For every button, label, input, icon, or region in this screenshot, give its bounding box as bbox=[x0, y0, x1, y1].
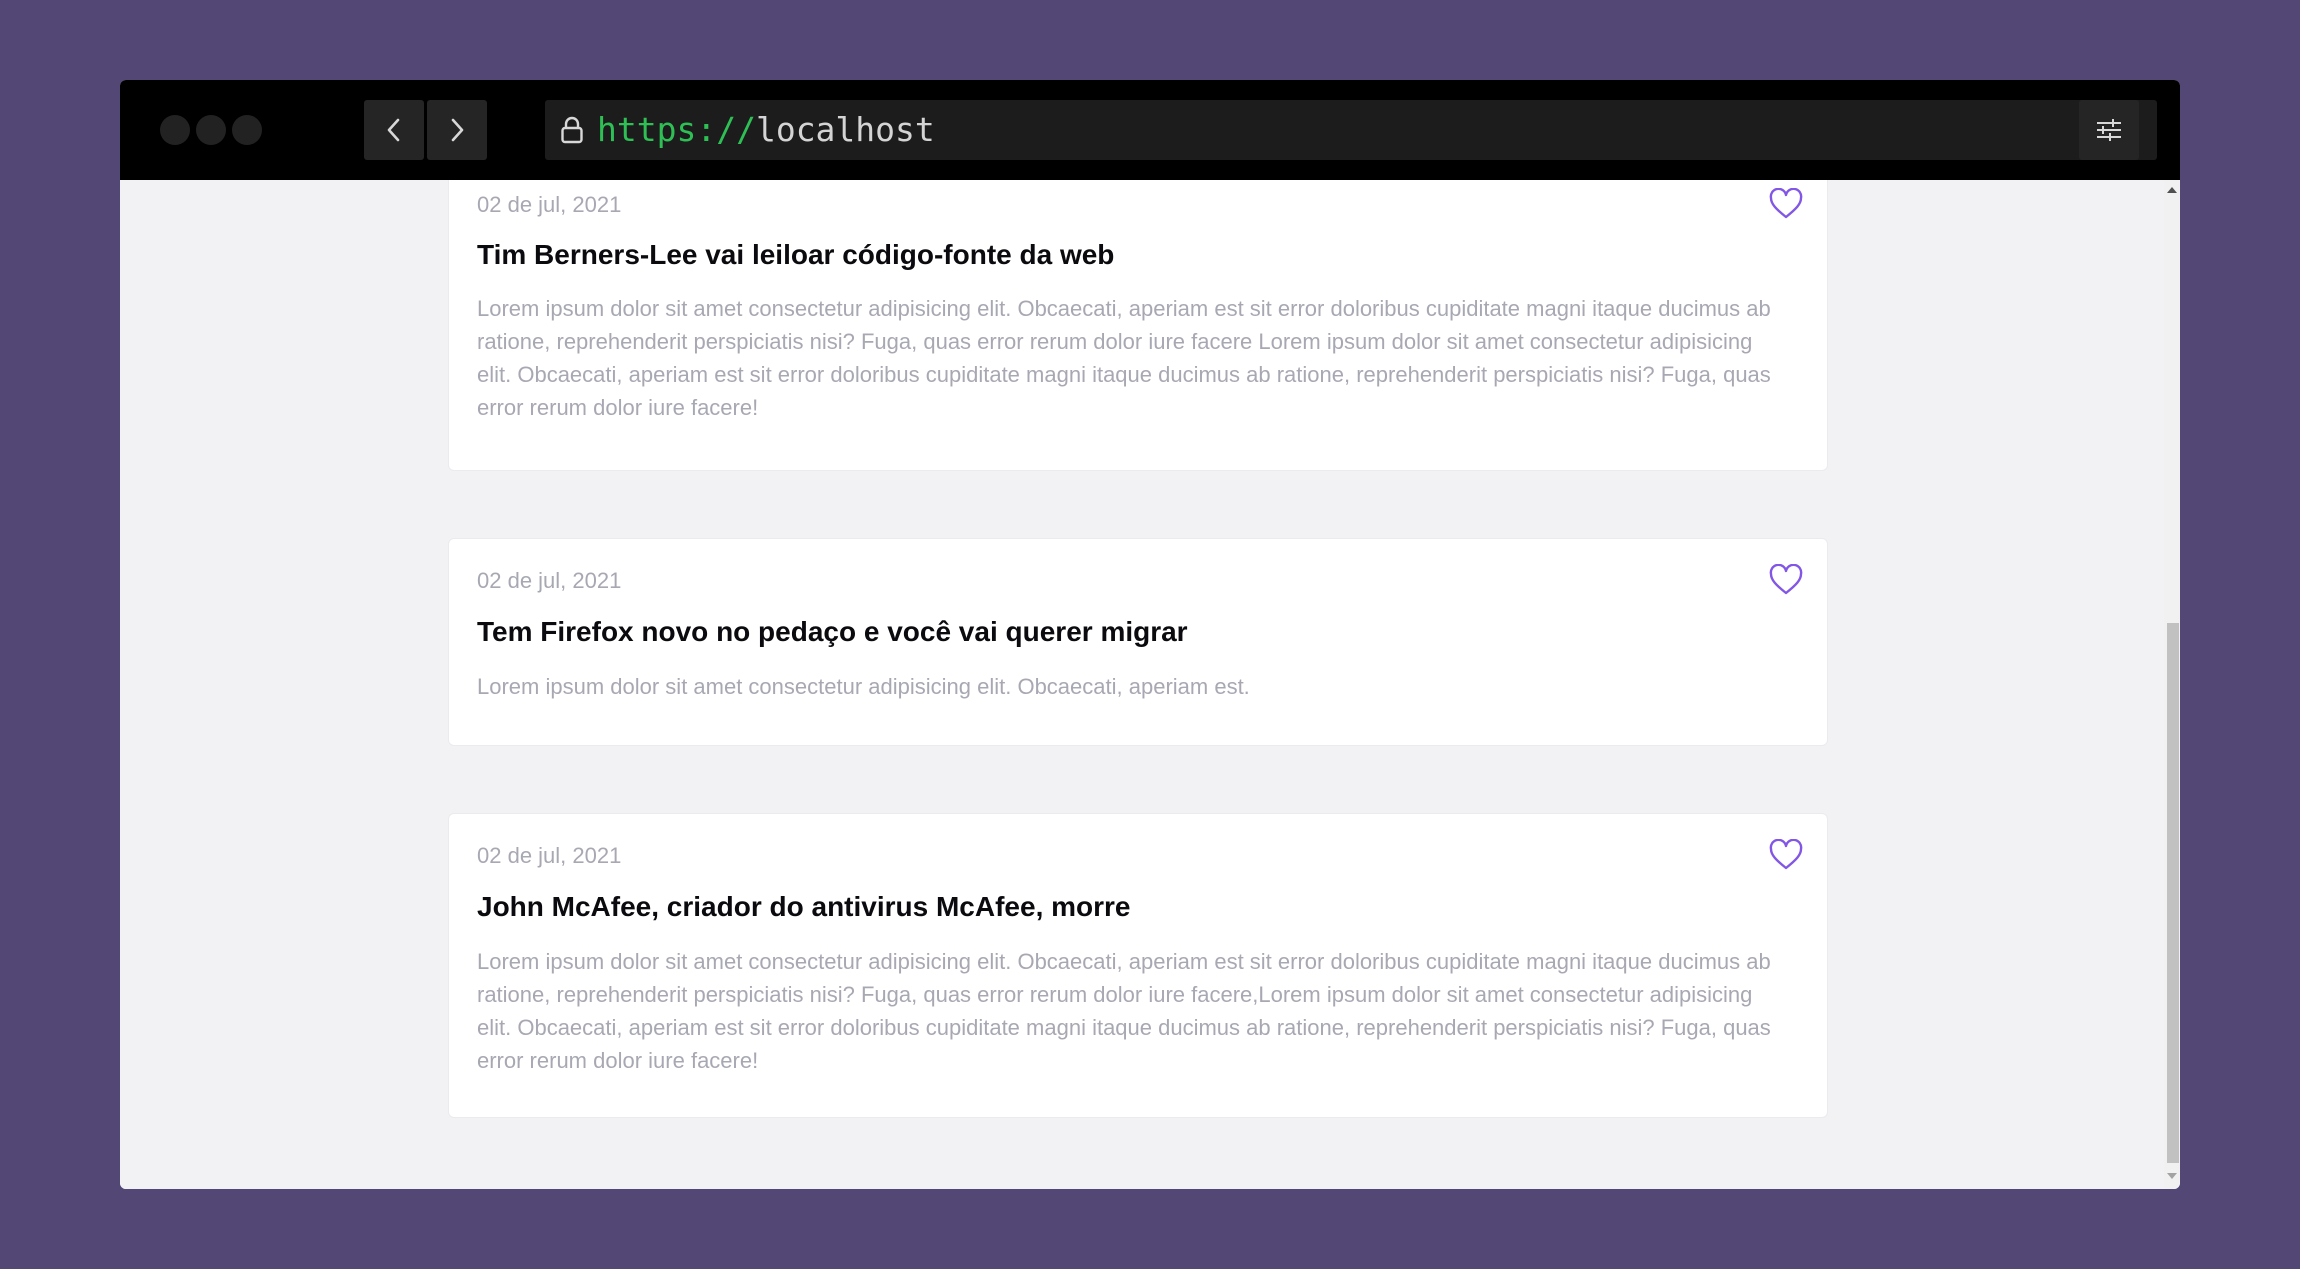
url-host: localhost bbox=[755, 110, 935, 149]
forward-button[interactable] bbox=[427, 100, 487, 160]
url-text: https://localhost bbox=[597, 108, 935, 152]
post-excerpt: Lorem ipsum dolor sit amet consectetur a… bbox=[477, 296, 1771, 420]
window-minimize-dot[interactable] bbox=[196, 115, 226, 145]
post-date: 02 de jul, 2021 bbox=[477, 192, 622, 217]
page-viewport: 02 de jul, 2021 Tim Berners-Lee vai leil… bbox=[120, 180, 2164, 1189]
url-scheme: https:// bbox=[597, 110, 756, 149]
post-date: 02 de jul, 2021 bbox=[477, 568, 622, 593]
lock-icon bbox=[561, 116, 583, 144]
browser-window: https://localhost 02 de jul, 2021 Tim Be… bbox=[120, 80, 2180, 1189]
scroll-down-arrow-icon[interactable] bbox=[2167, 1173, 2177, 1179]
post-card[interactable]: 02 de jul, 2021 Tem Firefox novo no peda… bbox=[448, 538, 1828, 746]
post-excerpt: Lorem ipsum dolor sit amet consectetur a… bbox=[477, 674, 1250, 699]
post-title[interactable]: John McAfee, criador do antivirus McAfee… bbox=[477, 891, 1131, 923]
window-controls bbox=[160, 115, 262, 145]
post-date: 02 de jul, 2021 bbox=[477, 843, 622, 868]
post-title[interactable]: Tim Berners-Lee vai leiloar código-fonte… bbox=[477, 239, 1114, 271]
sliders-icon bbox=[2097, 119, 2121, 141]
post-card[interactable]: 02 de jul, 2021 Tim Berners-Lee vai leil… bbox=[448, 180, 1828, 471]
post-title[interactable]: Tem Firefox novo no pedaço e você vai qu… bbox=[477, 616, 1188, 648]
chevron-left-icon bbox=[387, 118, 400, 142]
chevron-right-icon bbox=[451, 118, 464, 142]
window-close-dot[interactable] bbox=[160, 115, 190, 145]
post-card[interactable]: 02 de jul, 2021 John McAfee, criador do … bbox=[448, 813, 1828, 1118]
browser-toolbar: https://localhost bbox=[120, 80, 2180, 180]
heart-icon[interactable] bbox=[1769, 564, 1803, 596]
address-bar[interactable]: https://localhost bbox=[545, 100, 2157, 160]
post-excerpt: Lorem ipsum dolor sit amet consectetur a… bbox=[477, 949, 1771, 1073]
heart-icon[interactable] bbox=[1769, 188, 1803, 220]
vertical-scrollbar[interactable] bbox=[2164, 180, 2180, 1189]
scrollbar-thumb[interactable] bbox=[2167, 623, 2179, 1163]
heart-icon[interactable] bbox=[1769, 839, 1803, 871]
back-button[interactable] bbox=[364, 100, 424, 160]
window-maximize-dot[interactable] bbox=[232, 115, 262, 145]
scroll-up-arrow-icon[interactable] bbox=[2167, 187, 2177, 193]
settings-button[interactable] bbox=[2079, 100, 2139, 160]
